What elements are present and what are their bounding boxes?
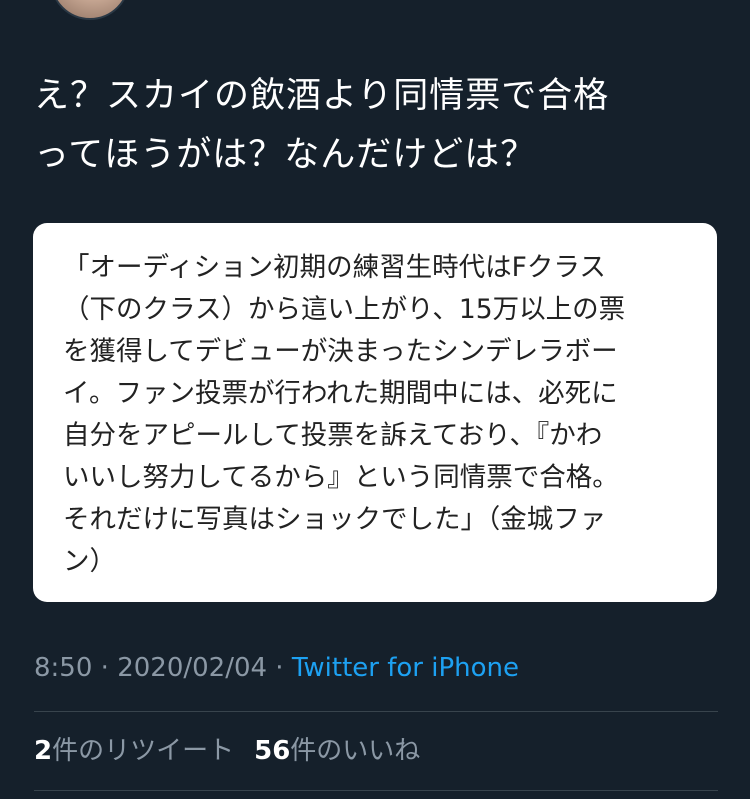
- quoted-text-line: ン）: [63, 546, 116, 577]
- retweets-stat[interactable]: 2件のリツイート: [34, 736, 234, 766]
- tweet-text: え？スカイの飲酒より同情票で合格 ってほうがは？なんだけどは？: [34, 67, 724, 185]
- likes-stat[interactable]: 56件のいいね: [254, 736, 420, 766]
- quoted-text-line: いいし努力してるから』という同情票で合格。: [63, 462, 619, 493]
- tweet-meta: 8:50 · 2020/02/04 · Twitter for iPhone: [34, 650, 519, 686]
- meta-separator: ·: [92, 653, 118, 683]
- divider: [34, 711, 718, 712]
- tweet-detail-page: ˘ え？スカイの飲酒より同情票で合格 ってほうがは？なんだけどは？ 「オーディシ…: [0, 0, 750, 799]
- meta-separator: ·: [267, 653, 292, 683]
- quoted-image-card[interactable]: 「オーディション初期の練習生時代はFクラス （下のクラス）から這い上がり、15万…: [33, 223, 717, 602]
- quoted-text-line: イ。ファン投票が行われた期間中には、必死に: [63, 378, 618, 409]
- quoted-text-line: 「オーディション初期の練習生時代はFクラス: [63, 252, 606, 283]
- tweet-source-link[interactable]: Twitter for iPhone: [292, 653, 519, 683]
- retweets-count: 2: [34, 736, 53, 766]
- header-fragment: ˘: [176, 0, 183, 12]
- user-avatar[interactable]: [50, 0, 130, 20]
- quoted-text-line: それだけに写真はショックでした」（金城ファ: [63, 504, 607, 535]
- tweet-text-line-2: ってほうがは？なんだけどは？: [34, 135, 537, 175]
- quoted-text-line: 自分をアピールして投票を訴えており、『かわ: [63, 420, 603, 451]
- tweet-text-line-1: え？スカイの飲酒より同情票で合格: [34, 76, 610, 116]
- retweets-label: 件のリツイート: [52, 736, 235, 766]
- quoted-text-line: を獲得してデビューが決まったシンデレラボー: [63, 336, 618, 367]
- likes-label: 件のいいね: [290, 736, 421, 766]
- tweet-stats: 2件のリツイート 56件のいいね: [34, 733, 420, 769]
- tweet-time[interactable]: 8:50: [34, 653, 92, 683]
- likes-count: 56: [254, 736, 291, 766]
- tweet-date[interactable]: 2020/02/04: [117, 653, 267, 683]
- quoted-text: 「オーディション初期の練習生時代はFクラス （下のクラス）から這い上がり、15万…: [63, 247, 703, 583]
- quoted-text-line: （下のクラス）から這い上がり、15万以上の票: [63, 294, 626, 325]
- divider: [34, 790, 718, 791]
